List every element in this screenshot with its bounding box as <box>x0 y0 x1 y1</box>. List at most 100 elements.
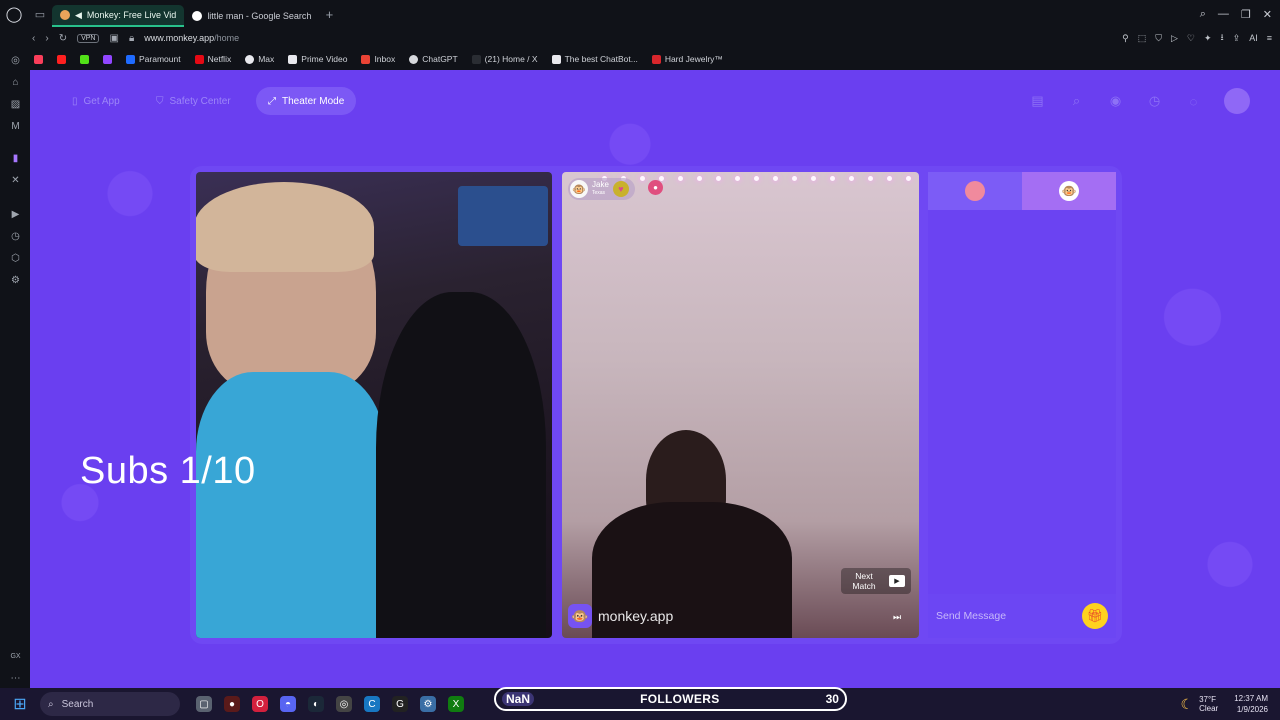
weather-desc: Clear <box>1199 704 1219 713</box>
theater-mode-button[interactable]: ⤢ Theater Mode <box>256 87 357 115</box>
app-red-icon[interactable]: ● <box>224 696 240 712</box>
crypto-wallet-icon[interactable]: ⌂ <box>9 76 22 89</box>
opera-gx-taskbar-icon[interactable]: O <box>252 696 268 712</box>
bookmark-prime-video[interactable]: Prime Video <box>288 54 347 64</box>
tab-monkey[interactable]: ◀ Monkey: Free Live Vid <box>52 5 185 27</box>
tab-google[interactable]: little man - Google Search <box>184 5 319 27</box>
restore-icon[interactable]: ❐ <box>1241 8 1251 21</box>
search-icon[interactable]: ⌕ <box>1068 93 1085 110</box>
bookmark-chatgpt[interactable]: ChatGPT <box>409 54 458 64</box>
followers-goal-left: NaN <box>502 692 535 706</box>
x-icon <box>471 54 481 64</box>
bookmark-chatbot[interactable]: The best ChatBot... <box>551 54 638 64</box>
bookmark-paramount[interactable]: Paramount <box>126 54 181 64</box>
forward-icon[interactable]: › <box>45 33 48 44</box>
message-input[interactable] <box>936 610 1076 622</box>
report-icon[interactable]: ● <box>648 180 663 195</box>
heart-icon[interactable]: ♡ <box>1187 33 1195 44</box>
history-clock-icon[interactable]: ◷ <box>1146 93 1163 110</box>
steam-icon[interactable]: ◐ <box>308 696 324 712</box>
tab-monkey-chat[interactable]: 🐵 <box>1022 172 1116 210</box>
more-icon[interactable]: ⋯ <box>9 672 22 685</box>
theater-mode-label: Theater Mode <box>282 95 345 107</box>
settings-icon[interactable]: ⚙ <box>9 274 22 287</box>
new-tab-button[interactable]: + <box>319 7 339 22</box>
friends-icon[interactable]: ◉ <box>1107 93 1124 110</box>
messages-icon[interactable]: ◌ <box>1185 93 1202 110</box>
bookmark-apple-music[interactable] <box>34 54 43 64</box>
player-icon[interactable]: ▶ <box>9 208 22 221</box>
bookmark-inbox[interactable]: Inbox <box>361 54 395 64</box>
chatgpt-icon <box>409 54 419 64</box>
chrome-icon[interactable]: ◎ <box>336 696 352 712</box>
m-app-icon[interactable]: M <box>9 120 22 133</box>
settings-taskbar-icon[interactable]: ⚙ <box>420 696 436 712</box>
camera-icon[interactable]: ▣ <box>109 33 118 44</box>
bookmark-hard-jewelry[interactable]: Hard Jewelry™ <box>651 54 723 64</box>
clock[interactable]: 12:37 AM 1/9/2026 <box>1234 693 1268 715</box>
next-match-button[interactable]: Next Match ▶ <box>841 568 911 594</box>
task-view-icon[interactable]: ▢ <box>196 696 212 712</box>
bookmark-kick[interactable] <box>80 54 89 64</box>
person-2-shape <box>376 292 546 638</box>
vpn-badge[interactable]: VPN <box>77 33 100 43</box>
history-icon[interactable]: ◷ <box>9 230 22 243</box>
aria-ai-button[interactable]: AI <box>1249 33 1258 43</box>
heart-badge-icon[interactable]: ♥ <box>612 181 629 197</box>
poster-shape <box>458 186 548 246</box>
minimize-icon[interactable]: — <box>1218 8 1229 20</box>
weather-temp: 37°F <box>1199 695 1217 704</box>
close-icon[interactable]: ✕ <box>1263 8 1272 21</box>
url-field[interactable]: www.monkey.app/home <box>144 33 239 43</box>
bookmark-twitch[interactable] <box>103 54 112 64</box>
gx-icon[interactable]: GX <box>9 650 22 663</box>
shop-icon[interactable]: ▤ <box>1029 93 1046 110</box>
reload-icon[interactable]: ↻ <box>59 33 67 44</box>
bookmark-netflix[interactable]: Netflix <box>194 54 231 64</box>
safety-center-button[interactable]: ⛉ Safety Center <box>144 87 243 115</box>
speed-dial-icon[interactable]: ▨ <box>9 98 22 111</box>
lock-icon[interactable]: 🔒︎ <box>129 33 134 44</box>
share-icon[interactable]: ⇪ <box>1233 33 1241 44</box>
bookmark-youtube[interactable] <box>57 54 66 64</box>
app-c-icon[interactable]: C <box>364 696 380 712</box>
bookmark-x-home[interactable]: (21) Home / X <box>471 54 538 64</box>
twitch-sidebar-icon[interactable]: ▮ <box>9 152 22 165</box>
music-icon <box>34 54 43 64</box>
bookmark-max[interactable]: Max <box>245 54 274 64</box>
snapshot-icon[interactable]: ⬚ <box>1138 33 1147 44</box>
shield-icon[interactable]: ⛉ <box>1155 33 1162 44</box>
pin-icon[interactable]: ⚲ <box>1122 33 1129 44</box>
get-app-button[interactable]: ▯ Get App <box>60 87 132 115</box>
watermark: 🐵 monkey.app <box>568 604 673 628</box>
play-icon[interactable]: ▷ <box>1171 33 1178 44</box>
back-icon[interactable]: ‹ <box>32 33 35 44</box>
app-g-icon[interactable]: G <box>392 696 408 712</box>
gift-button[interactable]: 🎁︎ <box>1082 603 1108 629</box>
profile-avatar[interactable] <box>1224 88 1250 114</box>
download-icon[interactable]: ⭳ <box>1221 30 1224 46</box>
monkey-favicon-icon <box>60 10 70 20</box>
menu-icon[interactable]: ≡ <box>1267 33 1272 43</box>
opera-logo-icon[interactable]: ◯ <box>0 0 28 28</box>
aria-icon[interactable]: ◎ <box>9 54 22 67</box>
extensions-sidebar-icon[interactable]: ⬡ <box>9 252 22 265</box>
weather-widget[interactable]: ☾ 37°F Clear <box>1181 695 1219 713</box>
search-tabs-icon[interactable]: ⌕ <box>1200 8 1206 21</box>
site-header: ▯ Get App ⛉ Safety Center ⤢ Theater Mode… <box>30 70 1280 130</box>
taskbar-search[interactable]: ⌕ Search <box>40 692 180 716</box>
tab-manager-icon[interactable]: ▭ <box>28 0 52 28</box>
extension-icon[interactable]: ✦ <box>1204 33 1212 44</box>
tab-record[interactable] <box>928 172 1022 210</box>
remote-video: 🐵 Jake Texas ♥ ● 🐵 monkey.app Next Match… <box>562 172 919 638</box>
xbox-icon[interactable]: X <box>448 696 464 712</box>
x-sidebar-icon[interactable]: ✕ <box>9 174 22 187</box>
bookmarks-bar: Paramount Netflix Max Prime Video Inbox … <box>0 48 1280 70</box>
skip-icon[interactable]: ⏭ <box>893 612 905 624</box>
cap-shape <box>196 182 374 272</box>
clock-date: 1/9/2026 <box>1236 705 1268 714</box>
stranger-info-chip[interactable]: 🐵 Jake Texas ♥ <box>568 178 635 200</box>
windows-start-icon[interactable]: ⊞ <box>0 688 40 720</box>
discord-icon[interactable]: ◓ <box>280 696 296 712</box>
bookmark-label: The best ChatBot... <box>564 54 638 64</box>
